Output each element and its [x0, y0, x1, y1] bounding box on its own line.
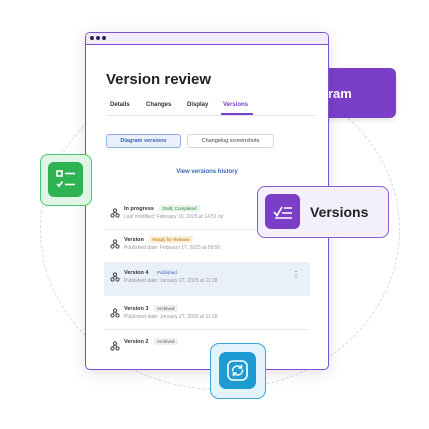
changelog-screenshots-button[interactable]: Changelog screenshots — [187, 134, 274, 148]
version-row[interactable]: Version 3 Archived Published date: Janua… — [104, 298, 310, 328]
more-options-icon[interactable]: ⋮ — [292, 270, 300, 279]
version-row-subtitle: Published date: February 17, 2025 at 09:… — [124, 245, 221, 251]
window-dot-icon — [96, 36, 100, 40]
version-row-subtitle: Published date: January 27, 2025 at 11:2… — [124, 278, 218, 284]
status-badge: Published — [154, 269, 180, 276]
version-row-subtitle: Last modified: February 19, 2025 at 14:5… — [124, 214, 224, 220]
branch-icon — [110, 239, 120, 249]
window-dot-icon — [102, 36, 106, 40]
version-row-title: In progress — [124, 206, 154, 212]
status-badge: Draft: Completed — [159, 205, 200, 212]
version-row-title: Version 2 — [124, 339, 149, 345]
active-tab-indicator — [221, 113, 253, 115]
sync-card — [210, 343, 266, 399]
branch-icon — [110, 208, 120, 218]
version-row-title: Version — [124, 237, 144, 243]
status-badge: Archived — [154, 338, 178, 345]
versions-icon — [273, 206, 292, 219]
tab-changes[interactable]: Changes — [146, 102, 171, 108]
page-title: Version review — [106, 71, 212, 88]
tab-bar: Details Changes Display Versions — [106, 101, 316, 116]
version-row[interactable]: Version 2 Archived — [104, 331, 310, 361]
status-badge: Ready for Release — [149, 236, 193, 243]
versions-card-label: Versions — [310, 204, 369, 220]
tab-versions[interactable]: Versions — [223, 102, 248, 108]
checklist-icon — [56, 170, 75, 188]
status-badge: Archived — [154, 305, 178, 312]
background-card-label: ram — [328, 86, 352, 101]
divider — [104, 329, 310, 330]
window-titlebar — [86, 33, 328, 45]
view-versions-history-link[interactable]: View versions history — [86, 169, 328, 175]
branch-icon — [110, 341, 120, 351]
version-row-selected[interactable]: Version 4 Published Published date: Janu… — [104, 262, 310, 296]
branch-icon — [110, 272, 120, 282]
tab-display[interactable]: Display — [187, 102, 208, 108]
version-row-title: Version 4 — [124, 270, 149, 276]
tab-details[interactable]: Details — [110, 102, 130, 108]
sync-icon — [227, 360, 248, 381]
version-row-subtitle: Published date: January 27, 2025 at 11:2… — [124, 314, 218, 320]
versions-card: Versions — [257, 186, 389, 238]
checklist-card — [40, 154, 92, 206]
branch-icon — [110, 308, 120, 318]
version-row-title: Version 3 — [124, 306, 149, 312]
diagram-versions-button[interactable]: Diagram versions — [106, 134, 181, 148]
window-dot-icon — [90, 36, 94, 40]
